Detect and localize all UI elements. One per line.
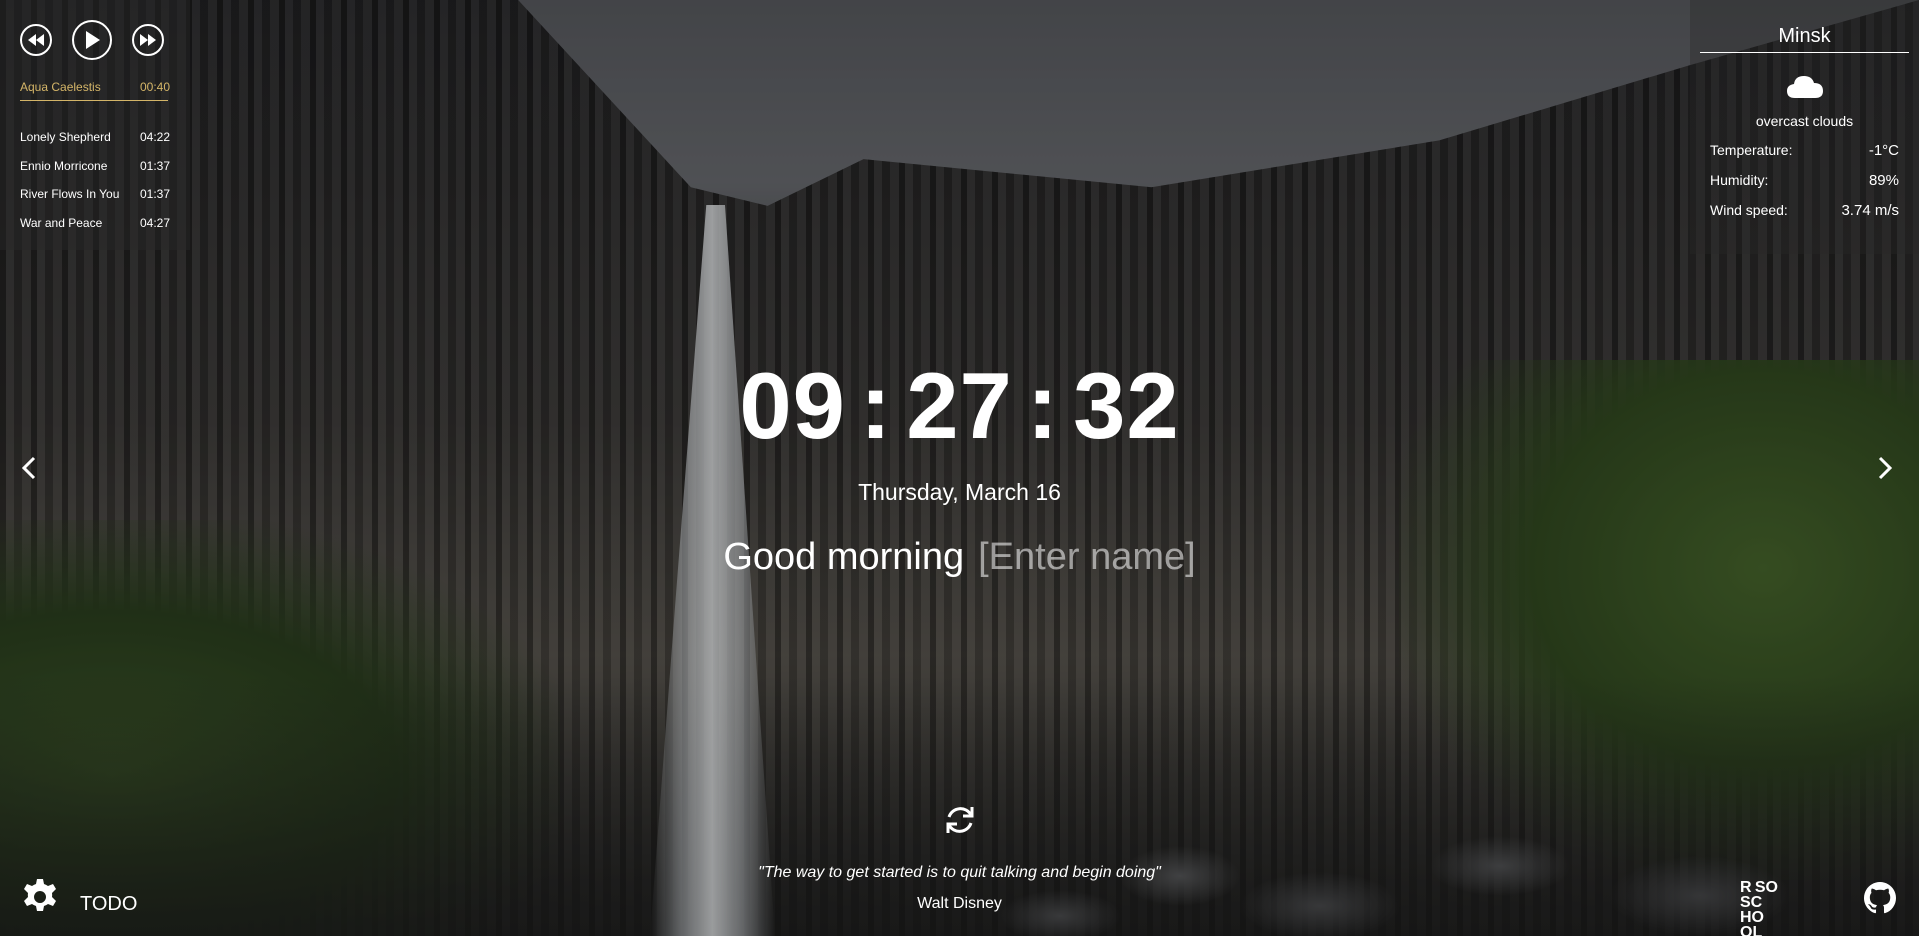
fast-forward-icon	[140, 34, 156, 46]
city-input[interactable]: Minsk	[1700, 0, 1909, 53]
greeting: Good morning [Enter name]	[0, 536, 1919, 579]
rs-logo-r: R	[1740, 879, 1752, 896]
weather-icon-wrap	[1710, 73, 1899, 103]
playlist: Lonely Shepherd 04:22 Ennio Morricone 01…	[20, 123, 170, 237]
track-duration: 04:22	[139, 130, 170, 144]
next-track-button[interactable]	[132, 24, 164, 56]
now-playing-title: Aqua Caelestis	[20, 80, 101, 94]
background-image	[0, 0, 1919, 936]
track-duration: 01:37	[139, 187, 170, 201]
todo-button[interactable]: TODO	[80, 893, 137, 916]
humidity-value: 89%	[1868, 172, 1899, 189]
audio-player: Aqua Caelestis 00:40 Lonely Shepherd 04:…	[0, 0, 190, 250]
play-button[interactable]	[72, 20, 112, 60]
rs-logo-o: O	[1765, 879, 1778, 896]
humidity-label: Humidity:	[1710, 172, 1769, 188]
weather-widget: Minsk overcast clouds Temperature: -1°C …	[1690, 0, 1919, 254]
playlist-item[interactable]: War and Peace 04:27	[20, 209, 170, 238]
settings-button[interactable]	[20, 877, 60, 917]
date: Thursday, March 16	[858, 479, 1061, 505]
temperature-label: Temperature:	[1710, 142, 1793, 158]
rs-logo-line2: SC HO OL	[1740, 894, 1764, 936]
refresh-icon	[946, 807, 974, 833]
wind-label: Wind speed:	[1710, 202, 1788, 218]
playlist-item[interactable]: Lonely Shepherd 04:22	[20, 123, 170, 152]
chevron-left-icon	[22, 456, 36, 480]
name-input[interactable]: [Enter name]	[978, 536, 1196, 578]
quote-text: "The way to get started is to quit talki…	[758, 864, 1161, 881]
progress-bar[interactable]	[20, 100, 168, 101]
clock-hours: 09	[739, 353, 846, 458]
github-link[interactable]	[1864, 882, 1896, 914]
now-playing-time: 00:40	[139, 80, 170, 94]
track-title: War and Peace	[20, 215, 103, 230]
clock-seconds: 32	[1073, 353, 1180, 458]
quote-author: Walt Disney	[917, 895, 1002, 912]
background-dim-overlay	[0, 0, 1919, 936]
rs-logo-so: SO	[1755, 879, 1778, 896]
humidity-row: Humidity: 89%	[1710, 172, 1899, 189]
track-duration: 04:27	[139, 215, 170, 230]
track-title: Lonely Shepherd	[20, 130, 111, 144]
cloud-icon	[1786, 76, 1823, 98]
player-controls	[20, 18, 170, 62]
track-duration: 01:37	[139, 158, 170, 173]
rewind-icon	[28, 34, 44, 46]
rs-school-logo[interactable]: R SO SC HO OL	[1740, 879, 1790, 936]
weather-description: overcast clouds	[1755, 113, 1854, 129]
track-title: Ennio Morricone	[20, 158, 108, 173]
wind-row: Wind speed: 3.74 m/s	[1710, 202, 1899, 219]
playlist-item[interactable]: River Flows In You 01:37	[20, 180, 170, 209]
clock-separator: :	[859, 353, 893, 458]
temperature-value: -1°C	[1868, 142, 1899, 159]
clock: 09:27:32	[0, 356, 1919, 456]
track-title: River Flows In You	[20, 187, 120, 201]
clock-minutes: 27	[906, 353, 1013, 458]
now-playing: Aqua Caelestis 00:40	[20, 80, 170, 100]
greeting-text: Good morning	[723, 536, 965, 578]
chevron-right-icon	[1878, 456, 1892, 480]
rs-logo-line1: R SO	[1740, 879, 1778, 896]
temperature-row: Temperature: -1°C	[1710, 142, 1899, 159]
prev-track-button[interactable]	[20, 24, 52, 56]
play-icon	[86, 31, 100, 49]
github-icon	[1864, 882, 1896, 914]
gear-icon	[24, 879, 56, 911]
playlist-item[interactable]: Ennio Morricone 01:37	[20, 152, 170, 181]
clock-separator: :	[1026, 353, 1060, 458]
wind-value: 3.74 m/s	[1841, 202, 1899, 219]
refresh-quote-button[interactable]	[942, 802, 978, 838]
